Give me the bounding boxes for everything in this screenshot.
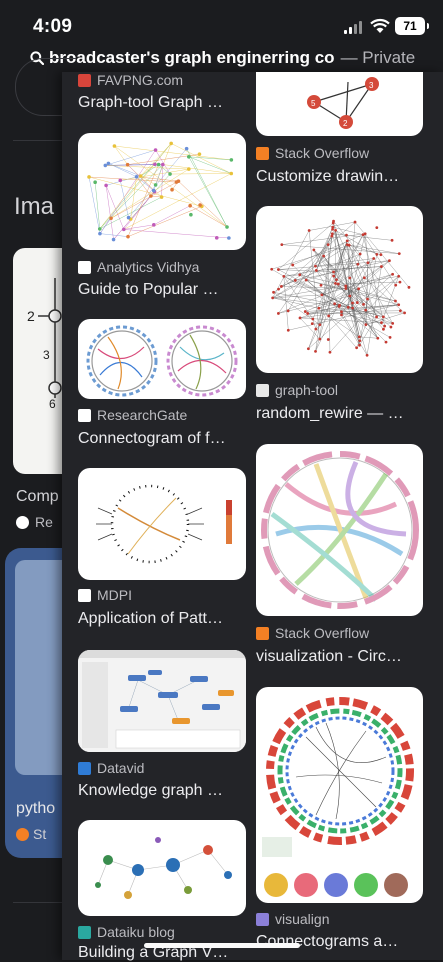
wifi-icon bbox=[370, 18, 390, 34]
result-title[interactable]: Customize drawin… bbox=[256, 168, 421, 186]
private-mode-label: — Private bbox=[341, 48, 416, 68]
researchgate-icon bbox=[78, 409, 91, 422]
search-bar[interactable]: broadcaster's graph enginerring co — Pri… bbox=[30, 46, 443, 70]
background-card-title-2: pytho bbox=[16, 800, 55, 818]
svg-text:3: 3 bbox=[43, 348, 50, 362]
result-title[interactable]: Connectogram of f… bbox=[78, 430, 243, 448]
clock: 4:09 bbox=[33, 16, 72, 38]
result-image-random-rewire[interactable] bbox=[256, 206, 423, 373]
dataiku-icon bbox=[78, 926, 91, 939]
stackoverflow-icon bbox=[256, 627, 269, 640]
result-image-graph-visualization[interactable] bbox=[78, 820, 246, 916]
visualign-icon bbox=[256, 913, 269, 926]
result-title[interactable]: Graph-tool Graph … bbox=[78, 94, 243, 112]
result-image-analytics-graph[interactable] bbox=[78, 133, 246, 250]
result-title[interactable]: Knowledge graph … bbox=[78, 782, 243, 800]
svg-text:5: 5 bbox=[311, 99, 316, 108]
analytics-vidhya-icon bbox=[78, 261, 91, 274]
divider bbox=[13, 140, 63, 141]
result-source: Analytics Vidhya bbox=[78, 259, 199, 275]
result-title[interactable]: random_rewire — … bbox=[256, 405, 421, 423]
home-indicator[interactable] bbox=[144, 943, 300, 948]
svg-text:3: 3 bbox=[369, 81, 374, 90]
result-source: visualign bbox=[256, 911, 329, 927]
background-card-title: Comp bbox=[16, 488, 59, 506]
result-source: Stack Overflow bbox=[256, 625, 369, 641]
mdpi-icon bbox=[78, 589, 91, 602]
background-image-card[interactable]: 2 3 6 bbox=[13, 248, 65, 474]
result-image-connectograms[interactable] bbox=[256, 687, 423, 903]
divider bbox=[13, 902, 63, 903]
result-title[interactable]: Connectograms a… bbox=[256, 933, 421, 951]
graph-tool-icon bbox=[256, 384, 269, 397]
result-source: Dataiku blog bbox=[78, 924, 175, 940]
result-source: MDPI bbox=[78, 587, 132, 603]
cellular-signal-icon bbox=[344, 20, 364, 34]
result-source: FAVPNG.com bbox=[78, 72, 183, 88]
result-title[interactable]: Application of Patt… bbox=[78, 610, 243, 628]
search-query: broadcaster's graph enginerring co bbox=[49, 48, 335, 68]
battery-indicator: 71 bbox=[395, 17, 425, 35]
result-title[interactable]: visualization - Circ… bbox=[256, 648, 421, 666]
background-card-source-2: St bbox=[16, 826, 46, 842]
result-source: Datavid bbox=[78, 760, 144, 776]
result-image-connectogram[interactable] bbox=[78, 319, 246, 399]
images-heading: Ima bbox=[14, 193, 54, 221]
svg-text:6: 6 bbox=[49, 397, 56, 411]
result-title[interactable]: Guide to Popular … bbox=[78, 281, 243, 299]
favpng-icon bbox=[78, 74, 91, 87]
stackoverflow-icon bbox=[256, 147, 269, 160]
result-image-circos[interactable] bbox=[256, 444, 423, 616]
result-image-graph-tool[interactable]: 5 2 3 bbox=[256, 72, 423, 136]
result-source: ResearchGate bbox=[78, 407, 187, 423]
datavid-icon bbox=[78, 762, 91, 775]
result-image-circular-plot[interactable] bbox=[78, 468, 246, 580]
svg-text:2: 2 bbox=[27, 308, 35, 324]
researchgate-icon bbox=[16, 516, 29, 529]
result-source: graph-tool bbox=[256, 382, 338, 398]
stackoverflow-icon bbox=[16, 828, 29, 841]
background-card-source: Re bbox=[16, 514, 53, 530]
svg-text:2: 2 bbox=[343, 119, 348, 128]
status-bar: 4:09 71 bbox=[0, 0, 443, 44]
result-source: Stack Overflow bbox=[256, 145, 369, 161]
result-image-knowledge-graph[interactable] bbox=[78, 650, 246, 752]
